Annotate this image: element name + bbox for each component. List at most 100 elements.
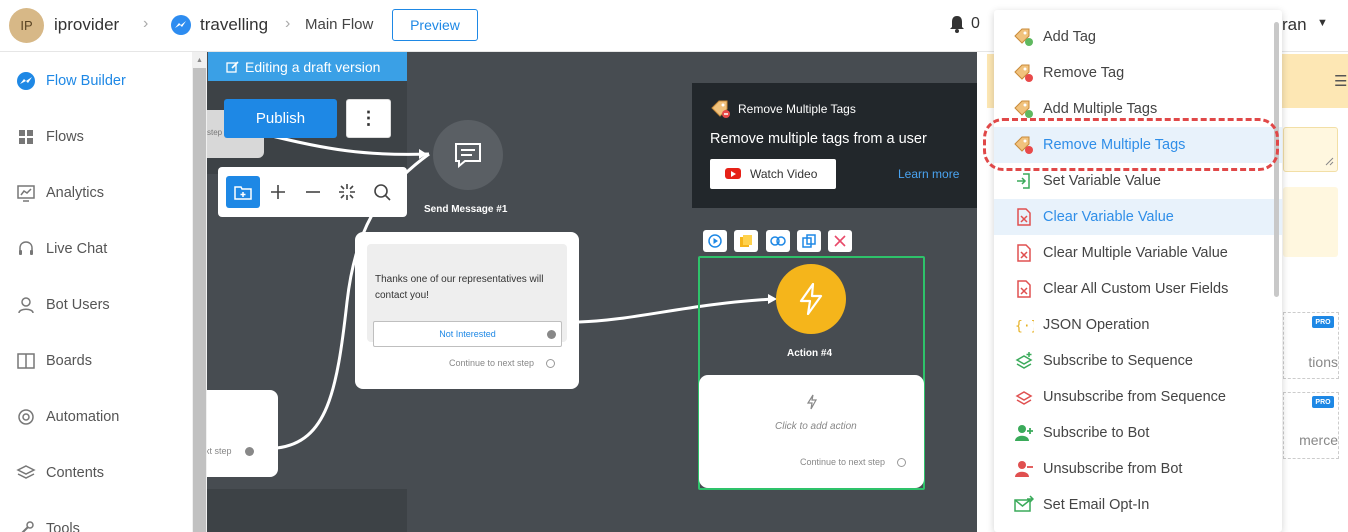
flow-name[interactable]: Main Flow — [305, 16, 373, 33]
email-optin-icon — [1014, 495, 1034, 512]
user-add-icon — [1015, 425, 1033, 441]
plus-icon — [271, 185, 285, 199]
grid-icon — [19, 130, 33, 144]
sidebar-item-flows[interactable]: Flows — [0, 117, 192, 157]
continue-next-step: xt step — [207, 446, 232, 456]
menu-item-subscribe-to-sequence[interactable]: Subscribe to Sequence — [994, 343, 1282, 379]
pro-option-card[interactable]: PRO tions — [1283, 312, 1339, 379]
action-tooltip: Remove Multiple Tags Remove multiple tag… — [692, 83, 977, 208]
link-icon — [770, 236, 786, 246]
sidebar-item-contents[interactable]: Contents — [0, 453, 192, 493]
connector-ring[interactable] — [546, 359, 555, 368]
sidebar-item-label: Flows — [46, 129, 84, 145]
tag-add-icon — [1014, 28, 1033, 46]
message-bubble: Thanks one of our representatives will c… — [367, 244, 567, 347]
send-message-card[interactable]: Thanks one of our representatives will c… — [355, 232, 579, 389]
sidebar-item-label: Bot Users — [46, 297, 110, 313]
connector-dot[interactable] — [547, 330, 556, 339]
duplicate-button[interactable] — [797, 230, 821, 252]
sidebar-item-bot-users[interactable]: Bot Users — [0, 285, 192, 325]
user-name[interactable]: ran — [1282, 15, 1307, 35]
workspace-avatar[interactable]: IP — [9, 8, 44, 43]
link-button[interactable] — [766, 230, 790, 252]
zoom-out-button[interactable] — [296, 176, 330, 208]
folder-icon — [234, 186, 252, 200]
more-options-button[interactable]: ⋮ — [346, 99, 391, 138]
hamburger-icon[interactable]: ☰ — [1334, 72, 1347, 90]
publish-button[interactable]: Publish — [224, 99, 337, 138]
note-button[interactable] — [734, 230, 758, 252]
folder-button[interactable] — [226, 176, 260, 208]
workspace-name[interactable]: iprovider — [54, 15, 119, 35]
menu-item-clear-all-custom-user-fields[interactable]: Clear All Custom User Fields — [994, 271, 1282, 307]
delete-button[interactable] — [828, 230, 852, 252]
menu-item-unsubscribe-from-bot[interactable]: Unsubscribe from Bot — [994, 451, 1282, 487]
preview-button[interactable]: Preview — [392, 9, 478, 41]
menu-item-subscribe-to-bot[interactable]: Subscribe to Bot — [994, 415, 1282, 451]
sidebar-item-boards[interactable]: Boards — [0, 341, 192, 381]
watch-video-button[interactable]: Watch Video — [710, 159, 836, 189]
action-card[interactable]: Click to add action Continue to next ste… — [699, 375, 924, 488]
bell-icon[interactable] — [948, 14, 966, 39]
send-message-node-icon[interactable] — [433, 120, 503, 190]
sidebar-item-label: Tools — [46, 521, 80, 532]
message-text: Thanks one of our representatives will c… — [375, 274, 544, 301]
highlight-annotation — [983, 118, 1279, 171]
pro-option-card[interactable]: PRO merce — [1283, 392, 1339, 459]
learn-more-link[interactable]: Learn more — [898, 167, 959, 181]
canvas-panel-bottom — [207, 489, 407, 532]
tool-icon — [21, 521, 34, 532]
sequence-subscribe-icon — [1015, 352, 1033, 369]
close-icon — [834, 235, 846, 247]
panel-field[interactable] — [1283, 187, 1338, 257]
sidebar-scroll-thumb[interactable] — [193, 68, 206, 532]
messenger-icon — [17, 72, 35, 90]
play-icon — [708, 234, 722, 248]
sidebar-item-label: Boards — [46, 353, 92, 369]
youtube-icon — [725, 168, 741, 179]
menu-item-remove-tag[interactable]: Remove Tag — [994, 55, 1282, 91]
connector-dot[interactable] — [245, 447, 254, 456]
menu-item-set-email-opt-in[interactable]: Set Email Opt-In — [994, 487, 1282, 523]
menu-item-add-tag[interactable]: Add Tag — [994, 19, 1282, 55]
panel-textarea[interactable] — [1283, 127, 1338, 172]
search-button[interactable] — [365, 176, 399, 208]
messenger-icon — [171, 15, 191, 35]
action-node-icon[interactable] — [776, 264, 846, 334]
svg-text:{·}: {·} — [1015, 319, 1034, 334]
sidebar-item-automation[interactable]: Automation — [0, 397, 192, 437]
canvas-toolbar — [218, 167, 407, 217]
note-icon — [740, 235, 752, 247]
arrange-button[interactable] — [330, 176, 364, 208]
sidebar-item-label: Flow Builder — [46, 73, 126, 89]
sidebar-item-label: Contents — [46, 465, 105, 481]
menu-item-clear-multiple-variable-value[interactable]: Clear Multiple Variable Value — [994, 235, 1282, 271]
sequence-unsubscribe-icon — [1015, 391, 1033, 405]
layers-icon — [16, 465, 36, 479]
minus-icon — [306, 191, 320, 193]
quick-reply-button[interactable]: Not Interested — [373, 321, 562, 347]
click-to-add-action[interactable]: Click to add action — [775, 421, 857, 432]
caret-down-icon[interactable]: ▼ — [1317, 17, 1328, 29]
gear-icon — [18, 409, 34, 425]
scroll-up-arrow-icon[interactable]: ▲ — [196, 57, 203, 64]
flow-canvas[interactable]: step Editing a draft version Publish ⋮ S… — [207, 52, 977, 532]
menu-item-json-operation[interactable]: {·} JSON Operation — [994, 307, 1282, 343]
sidebar-item-analytics[interactable]: Analytics — [0, 173, 192, 213]
tooltip-description: Remove multiple tags from a user — [710, 131, 927, 147]
sidebar-item-flow-builder[interactable]: Flow Builder — [0, 61, 192, 101]
sidebar-item-label: Live Chat — [46, 241, 108, 257]
tags-remove-icon — [711, 100, 730, 118]
play-button[interactable] — [703, 230, 727, 252]
previous-card[interactable]: xt step — [207, 390, 278, 477]
menu-item-clear-variable-value[interactable]: Clear Variable Value — [994, 199, 1282, 235]
menu-item-unsubscribe-from-sequence[interactable]: Unsubscribe from Sequence — [994, 379, 1282, 415]
continue-next-step: Continue to next step — [449, 358, 535, 368]
variable-clear-multi-icon — [1017, 244, 1031, 262]
sidebar-item-live-chat[interactable]: Live Chat — [0, 229, 192, 269]
bot-name[interactable]: travelling — [200, 15, 268, 35]
zoom-in-button[interactable] — [261, 176, 295, 208]
resize-handle-icon — [1325, 157, 1334, 166]
connector-ring[interactable] — [897, 458, 906, 467]
sidebar-item-tools[interactable]: Tools — [0, 509, 192, 532]
